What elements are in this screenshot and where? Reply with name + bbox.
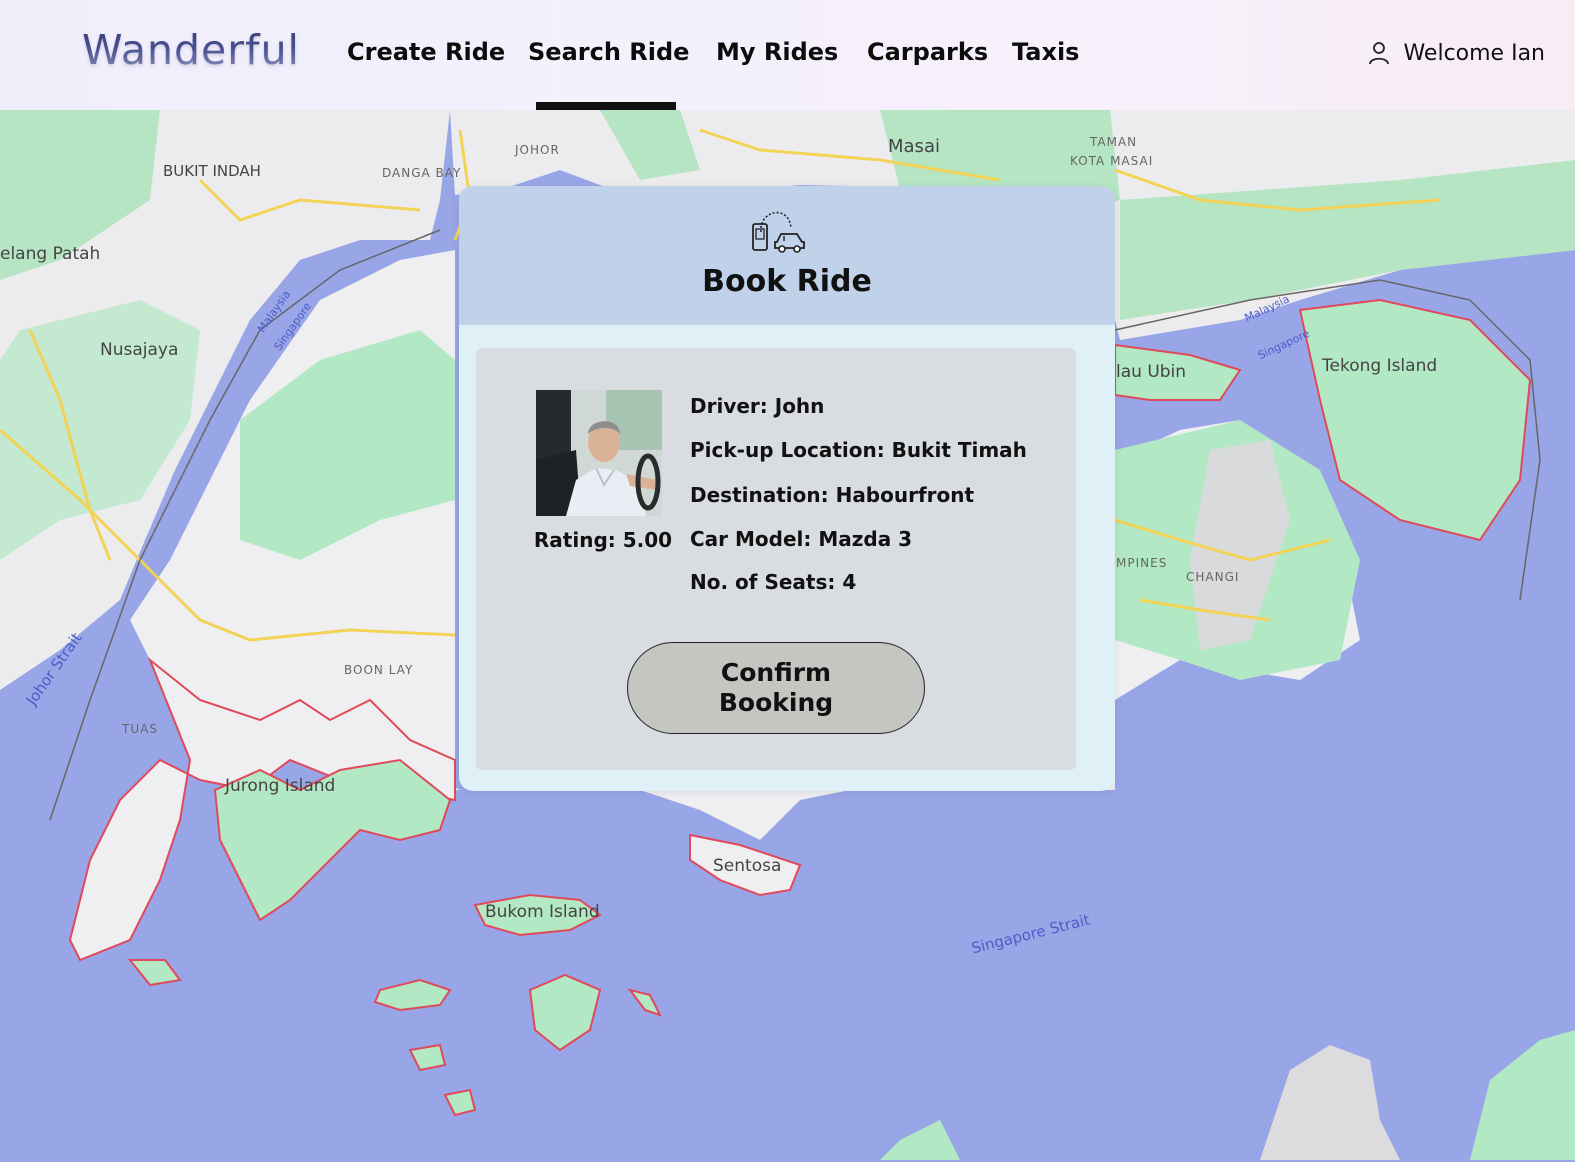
car-model: Car Model: Mazda 3 [690,527,913,551]
confirm-booking-button[interactable]: Confirm Booking [627,642,925,734]
map-label-kota-masai: KOTA MASAI [1070,154,1154,168]
map-label-taman: TAMAN [1090,135,1138,149]
map-label-sentosa: Sentosa [713,856,782,876]
map-label-tuas: TUAS [122,722,158,736]
welcome-text: Welcome Ian [1403,40,1545,66]
driver-name: Driver: John [690,394,825,418]
number-of-seats: No. of Seats: 4 [690,570,857,594]
nav-carparks[interactable]: Carparks [867,38,988,66]
map-label-tekong: Tekong Island [1322,356,1438,376]
user-menu[interactable]: Welcome Ian [1367,40,1545,66]
active-nav-indicator [536,102,676,110]
nav-my-rides[interactable]: My Rides [716,38,838,66]
wanderful-logo[interactable]: Wanderful [82,26,300,74]
nav-create-ride[interactable]: Create Ride [347,38,505,66]
map-label-bukit-indah: BUKIT INDAH [163,162,261,180]
map-label-gelang-patah: elang Patah [0,244,101,264]
map-label-boon-lay: BOON LAY [344,663,414,677]
driver-photo [536,390,662,516]
pickup-location: Pick-up Location: Bukit Timah [690,438,1027,462]
map-label-tampines: MPINES [1116,556,1168,570]
nav-search-ride[interactable]: Search Ride [528,38,689,66]
driver-rating: Rating: 5.00 [533,528,673,552]
map-label-jurong-island: Jurong Island [225,776,336,796]
nav-taxis[interactable]: Taxis [1012,38,1079,66]
map-label-bukom: Bukom Island [485,902,600,922]
map-label-changi: CHANGI [1186,570,1240,584]
map-label-masai: Masai [888,136,940,157]
book-ride-header: Book Ride [459,186,1115,325]
top-navbar: Wanderful Create Ride Search Ride My Rid… [0,0,1575,110]
map-label-pulau-ubin: lau Ubin [1116,362,1187,382]
book-ride-title: Book Ride [702,264,872,299]
user-icon [1369,42,1390,65]
ride-booking-icon [752,211,805,253]
ride-info-panel: Rating: 5.00 Driver: John Pick-up Locati… [476,348,1076,770]
book-ride-card: Book Ride Rating: 5.00 Driver: John Pick… [459,186,1115,791]
map-label-johor: JOHOR [515,143,560,157]
map-label-nusajaya: Nusajaya [100,340,179,360]
map-label-danga-bay: DANGA BAY [382,166,462,180]
destination: Destination: Habourfront [690,483,975,507]
